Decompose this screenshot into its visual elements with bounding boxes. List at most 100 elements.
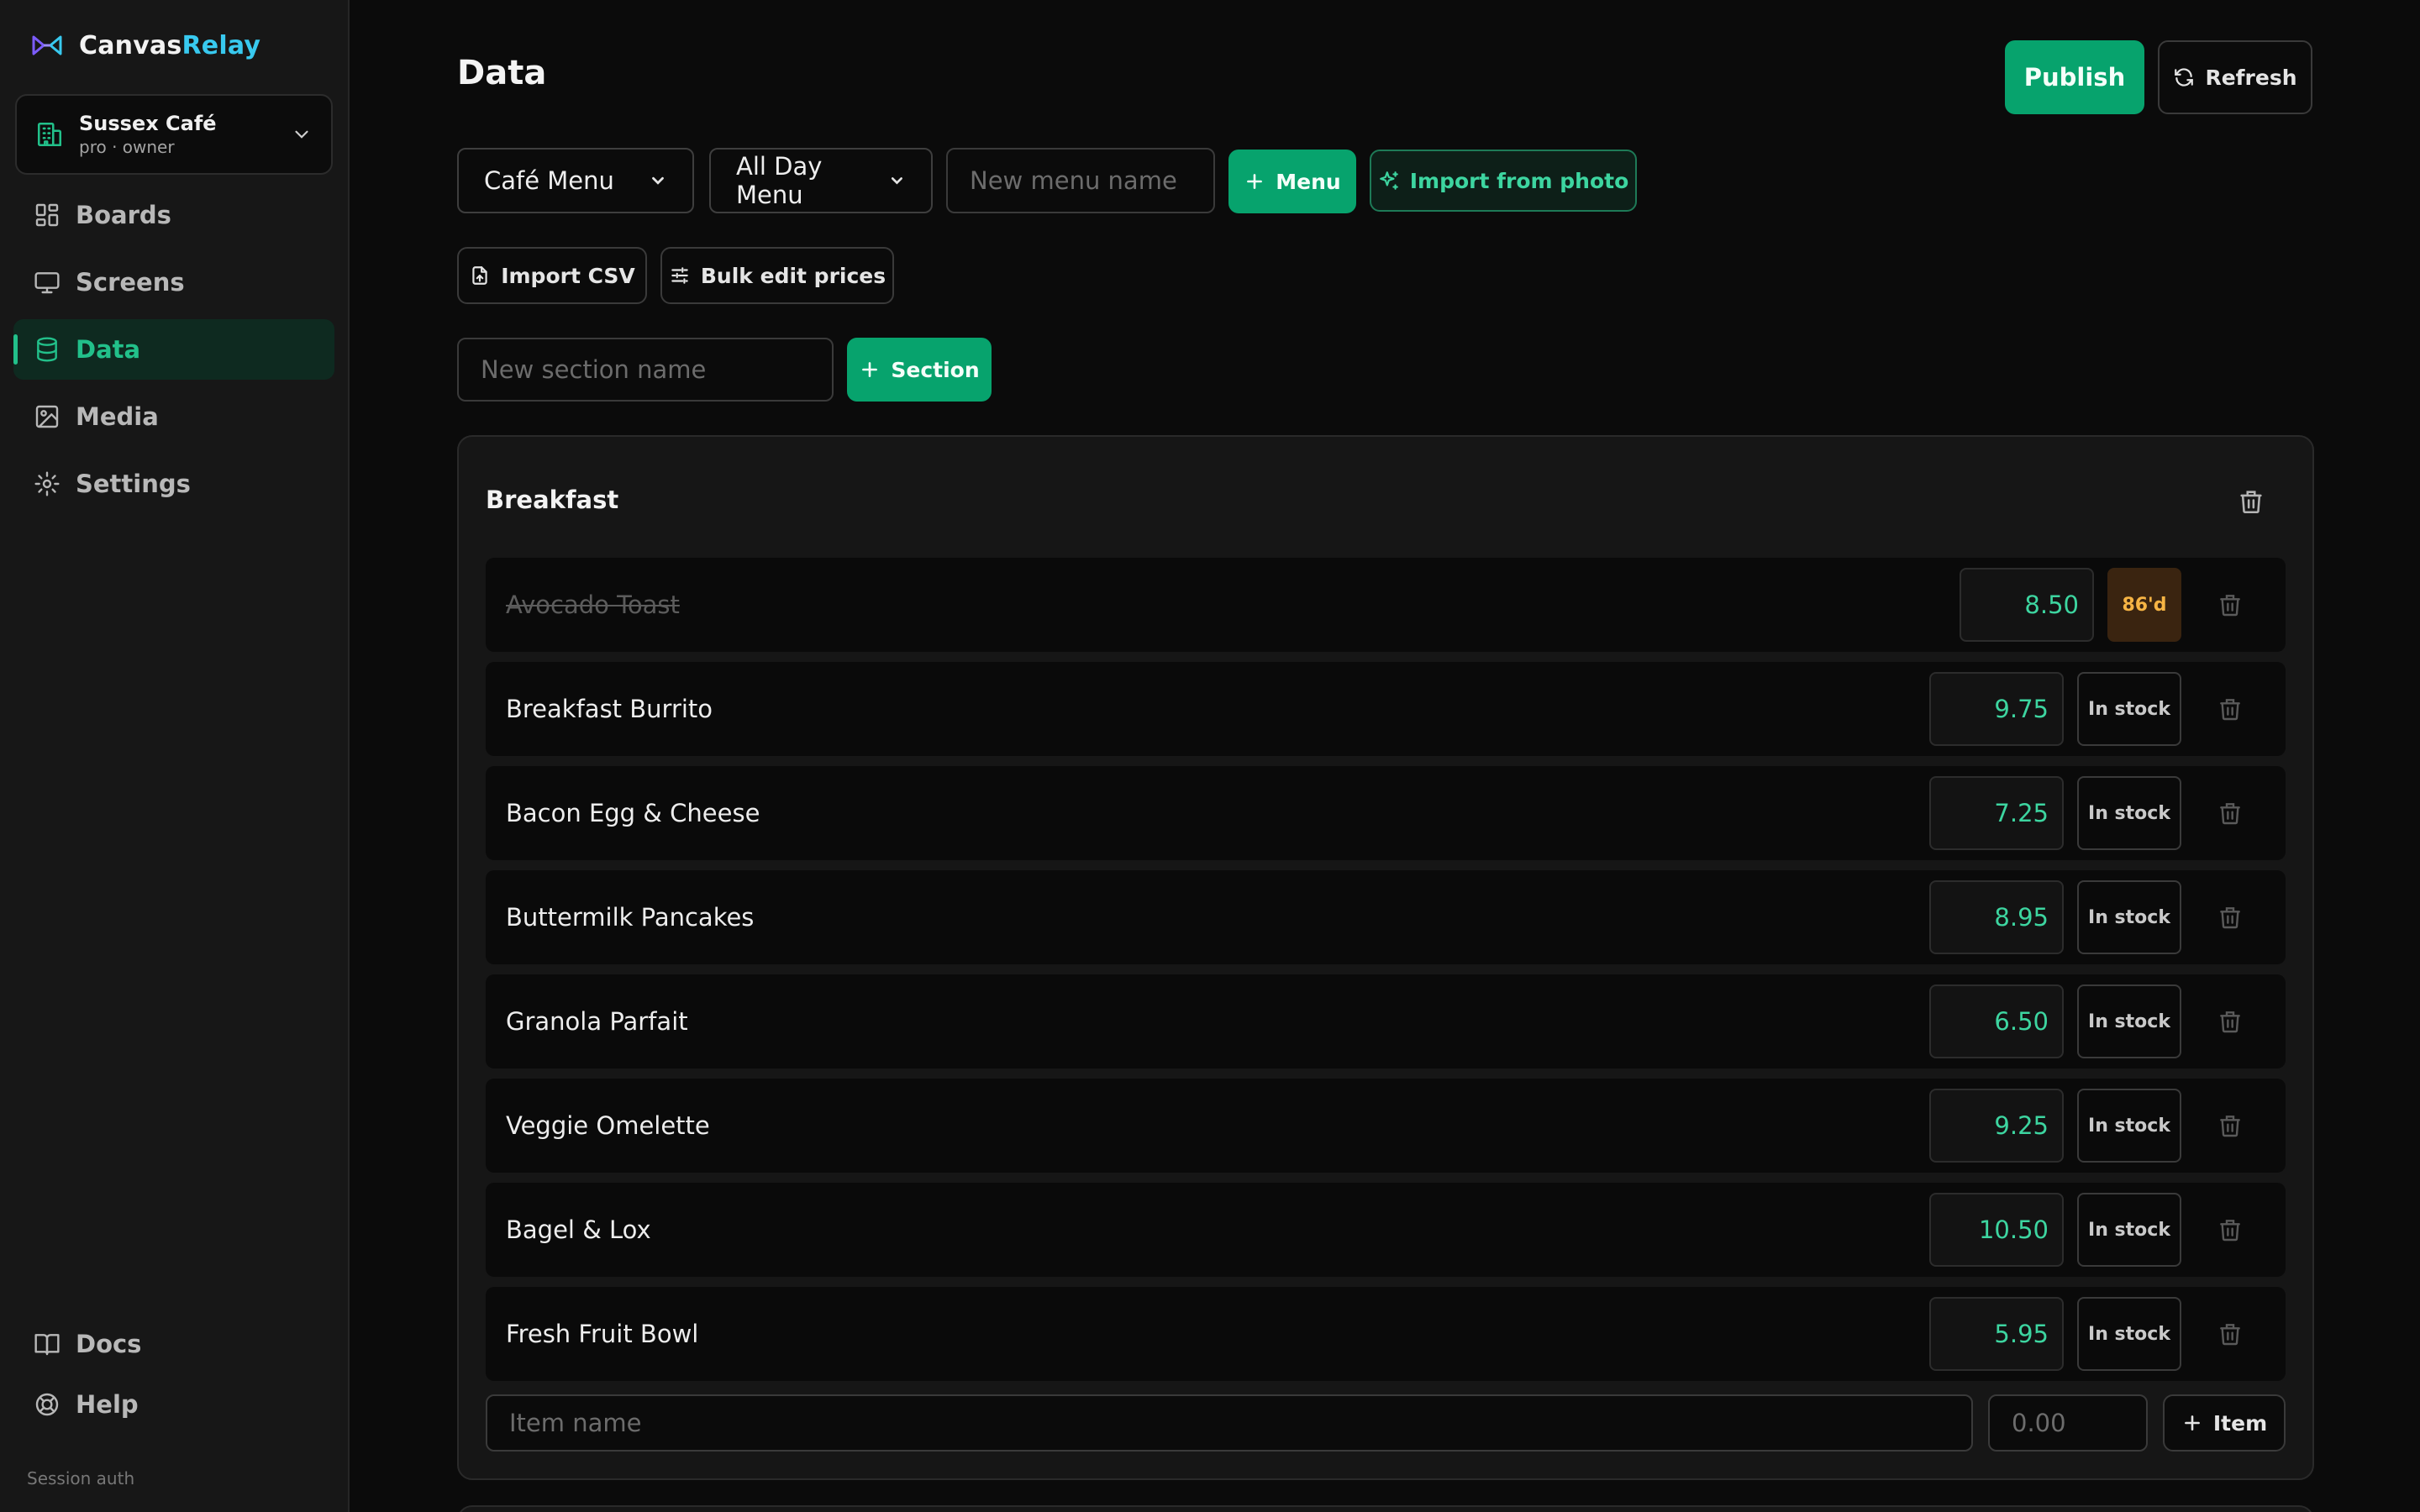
item-name[interactable]: Veggie Omelette (506, 1079, 710, 1173)
bulk-edit-prices-button[interactable]: Bulk edit prices (660, 247, 894, 304)
add-item-row: Item name 0.00 Item (486, 1394, 2286, 1452)
stock-toggle[interactable]: In stock (2077, 880, 2181, 954)
file-upload-icon (472, 266, 487, 285)
item-price-input[interactable]: 10.50 (1929, 1193, 2064, 1267)
nav-item-media[interactable]: Media (13, 386, 334, 447)
import-csv-label: Import CSV (501, 263, 635, 288)
delete-section-trash-icon[interactable] (2237, 487, 2265, 516)
stock-toggle[interactable]: In stock (2077, 672, 2181, 746)
trash-icon[interactable] (2217, 1008, 2244, 1035)
nav-label: Settings (76, 470, 191, 498)
trash-icon[interactable] (2217, 1216, 2244, 1243)
item-row: Buttermilk Pancakes 8.95 In stock (486, 870, 2286, 964)
refresh-label: Refresh (2205, 65, 2297, 90)
stock-toggle[interactable]: 86'd (2107, 568, 2181, 642)
item-price-input[interactable]: 9.75 (1929, 672, 2064, 746)
trash-icon[interactable] (2217, 904, 2244, 931)
menu-select-value: Café Menu (484, 166, 614, 195)
refresh-button[interactable]: Refresh (2158, 40, 2312, 114)
add-menu-label: Menu (1276, 169, 1341, 194)
import-from-photo-button[interactable]: Import from photo (1370, 150, 1637, 212)
nav-label: Help (76, 1390, 139, 1419)
brand-logo[interactable]: CanvasRelay (30, 29, 260, 62)
bulk-edit-label: Bulk edit prices (700, 263, 886, 288)
image-icon (35, 405, 59, 428)
item-price-input[interactable]: 6.50 (1929, 984, 2064, 1058)
plus-icon (2184, 1415, 2200, 1431)
trash-icon[interactable] (2217, 1320, 2244, 1347)
nav-item-help[interactable]: Help (13, 1378, 334, 1431)
item-price-input[interactable]: 5.95 (1929, 1297, 2064, 1371)
nav-label: Media (76, 402, 159, 431)
nav-item-screens[interactable]: Screens (13, 252, 334, 312)
add-menu-button[interactable]: Menu (1228, 150, 1356, 213)
item-name[interactable]: Breakfast Burrito (506, 662, 713, 756)
sliders-icon (671, 267, 688, 284)
section-panel-breakfast: Breakfast Avocado Toast 8.50 86'd Breakf… (457, 435, 2314, 1480)
trash-icon[interactable] (2217, 591, 2244, 618)
main-nav: Boards Screens Data Media Settings (13, 185, 334, 521)
variant-select-value: All Day Menu (736, 152, 823, 209)
nav-label: Screens (76, 268, 185, 297)
item-row: Veggie Omelette 9.25 In stock (486, 1079, 2286, 1173)
placeholder: Item name (509, 1409, 642, 1437)
item-row: Bacon Egg & Cheese 7.25 In stock (486, 766, 2286, 860)
menu-select[interactable]: Café Menu (457, 148, 694, 213)
item-name[interactable]: Granola Parfait (506, 974, 688, 1068)
trash-icon[interactable] (2217, 800, 2244, 827)
sparkles-icon (1379, 171, 1398, 190)
stock-toggle[interactable]: In stock (2077, 1297, 2181, 1371)
item-name[interactable]: Avocado Toast (506, 558, 680, 652)
nav-label: Boards (76, 201, 171, 229)
chevron-down-icon (652, 176, 664, 185)
monitor-icon (34, 272, 60, 294)
item-price-input[interactable]: 7.25 (1929, 776, 2064, 850)
stock-toggle[interactable]: In stock (2077, 776, 2181, 850)
item-name[interactable]: Buttermilk Pancakes (506, 870, 754, 964)
new-item-name-input[interactable]: Item name (486, 1394, 1973, 1452)
placeholder: New menu name (970, 166, 1177, 195)
item-price-input[interactable]: 8.50 (1960, 568, 2094, 642)
item-name[interactable]: Bagel & Lox (506, 1183, 651, 1277)
nav-item-data[interactable]: Data (13, 319, 334, 380)
item-row: Avocado Toast 8.50 86'd (486, 558, 2286, 652)
add-section-label: Section (891, 357, 980, 382)
new-menu-name-input[interactable]: New menu name (946, 148, 1215, 213)
stock-toggle[interactable]: In stock (2077, 1193, 2181, 1267)
database-icon (37, 337, 57, 362)
menu-variant-select[interactable]: All Day Menu (709, 148, 933, 213)
chevron-down-icon (295, 130, 308, 139)
brand-name: CanvasRelay (79, 30, 261, 60)
item-price-input[interactable]: 8.95 (1929, 880, 2064, 954)
session-status: Session auth (27, 1468, 135, 1488)
add-item-button[interactable]: Item (2163, 1394, 2286, 1452)
placeholder: 0.00 (2012, 1409, 2066, 1437)
section-title: Breakfast (486, 486, 619, 514)
item-name[interactable]: Bacon Egg & Cheese (506, 766, 760, 860)
nav-label: Data (76, 335, 141, 364)
nav-item-boards[interactable]: Boards (13, 185, 334, 245)
stock-toggle[interactable]: In stock (2077, 1089, 2181, 1163)
org-switcher[interactable]: Sussex Café pro · owner (15, 94, 333, 175)
item-row: Fresh Fruit Bowl 5.95 In stock (486, 1287, 2286, 1381)
nav-item-docs[interactable]: Docs (13, 1317, 334, 1371)
gear-icon (34, 471, 60, 496)
add-section-button[interactable]: Section (847, 338, 992, 402)
item-row: Breakfast Burrito 9.75 In stock (486, 662, 2286, 756)
trash-icon[interactable] (2217, 696, 2244, 722)
canvasrelay-logo-icon (32, 35, 62, 55)
next-section-panel (457, 1505, 2314, 1512)
new-section-name-input[interactable]: New section name (457, 338, 834, 402)
org-plan-role: pro · owner (79, 137, 175, 157)
book-icon (34, 1334, 60, 1356)
main-content: Data Publish Refresh Café Menu All Day M… (350, 0, 2420, 1512)
building-icon (37, 122, 62, 147)
import-csv-button[interactable]: Import CSV (457, 247, 647, 304)
trash-icon[interactable] (2217, 1112, 2244, 1139)
nav-item-settings[interactable]: Settings (13, 454, 334, 514)
item-name[interactable]: Fresh Fruit Bowl (506, 1287, 698, 1381)
new-item-price-input[interactable]: 0.00 (1988, 1394, 2148, 1452)
item-price-input[interactable]: 9.25 (1929, 1089, 2064, 1163)
stock-toggle[interactable]: In stock (2077, 984, 2181, 1058)
publish-button[interactable]: Publish (2005, 40, 2144, 114)
